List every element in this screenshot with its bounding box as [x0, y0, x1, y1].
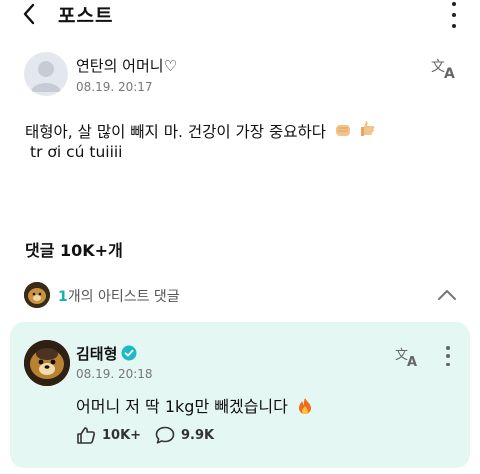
reply-button[interactable]: 9.9K	[155, 425, 214, 445]
commenter-avatar[interactable]	[24, 340, 70, 386]
thumbs-up-emoji-icon	[360, 120, 376, 146]
comment-text-line: 어머니 저 딱 1kg만 빼겠습니다	[76, 393, 313, 419]
comment-translate-icon[interactable]: 文 A	[395, 345, 421, 370]
back-arrow-icon[interactable]	[14, 0, 44, 28]
fist-emoji-icon	[335, 120, 351, 146]
comment-text: 어머니 저 딱 1kg만 빼겠습니다	[76, 397, 288, 416]
svg-text:A: A	[407, 355, 417, 367]
reply-icon	[155, 426, 175, 444]
post-body-line1: 태형아, 살 많이 빼지 마. 건강이 가장 중요하다	[25, 119, 376, 146]
post-timestamp: 08.19. 20:17	[76, 80, 153, 94]
svg-text:A: A	[444, 66, 455, 80]
author-name[interactable]: 연탄의 어머니♡	[76, 55, 177, 76]
comments-count-header: 댓글 10K+개	[25, 241, 123, 260]
author-avatar[interactable]	[24, 52, 68, 96]
fire-emoji-icon	[297, 397, 313, 419]
artist-avatar-small	[24, 282, 50, 308]
comment-timestamp: 08.19. 20:18	[76, 367, 153, 381]
svg-text:文: 文	[431, 59, 445, 75]
comment-more-icon[interactable]	[445, 346, 451, 366]
post-body-line2: tr ơi cú tuiiii	[30, 143, 123, 161]
artist-comment-count: 1	[58, 289, 68, 305]
translate-icon[interactable]: 文 A	[431, 56, 459, 82]
chevron-up-icon[interactable]	[436, 286, 458, 304]
reply-count: 9.9K	[181, 427, 215, 443]
verified-badge-icon	[121, 345, 137, 361]
like-icon	[77, 427, 95, 444]
artist-comments-text: 개의 아티스트 댓글	[67, 289, 180, 305]
post-body-text: 태형아, 살 많이 빼지 마. 건강이 가장 중요하다	[25, 123, 327, 141]
artist-comments-toggle[interactable]: 1개의 아티스트 댓글	[24, 282, 464, 310]
commenter-name[interactable]: 김태형	[76, 343, 117, 364]
like-button[interactable]: 10K+	[76, 425, 141, 445]
more-vert-icon[interactable]	[444, 2, 464, 28]
artist-comments-label: 1개의 아티스트 댓글	[58, 286, 180, 306]
like-count: 10K+	[102, 427, 142, 443]
top-bar: 포스트	[0, 0, 480, 30]
page-title: 포스트	[58, 5, 114, 27]
